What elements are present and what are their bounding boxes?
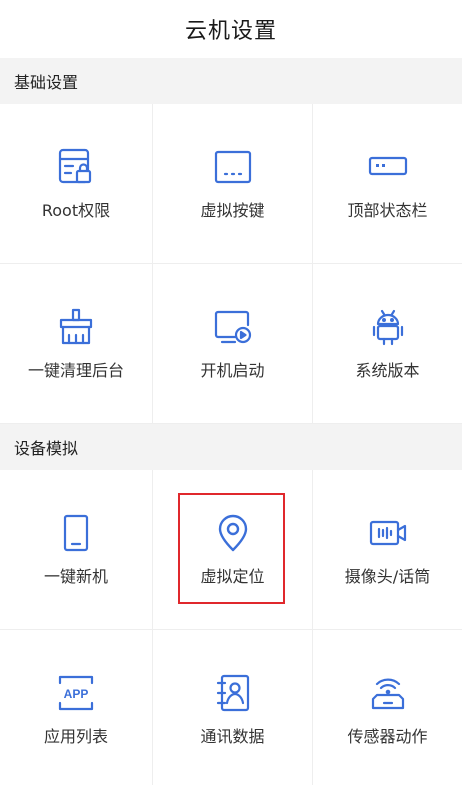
system-version-button[interactable]: 系统版本 xyxy=(313,264,462,424)
root-permission-icon xyxy=(56,147,96,187)
contacts-book-icon xyxy=(213,673,253,713)
app-list-icon: APP xyxy=(56,673,96,713)
camera-mic-icon xyxy=(368,513,408,553)
boot-start-label: 开机启动 xyxy=(200,360,265,380)
sensor-action-button[interactable]: 传感器动作 xyxy=(313,630,462,785)
camera-mic-label: 摄像头/话筒 xyxy=(344,566,431,586)
boot-start-icon xyxy=(213,307,253,347)
root-permission-label: Root权限 xyxy=(41,200,111,220)
android-icon xyxy=(368,307,408,347)
virtual-keys-label: 虚拟按键 xyxy=(200,200,265,220)
page-title: 云机设置 xyxy=(184,19,277,44)
communication-data-label: 通讯数据 xyxy=(200,726,265,746)
location-pin-icon xyxy=(213,513,253,553)
virtual-keys-icon xyxy=(213,147,253,187)
top-bar: 云机设置 xyxy=(0,0,462,58)
section-header-device: 设备模拟 xyxy=(0,424,462,470)
new-device-button[interactable]: 一键新机 xyxy=(0,470,153,630)
status-bar-button[interactable]: 顶部状态栏 xyxy=(313,104,462,264)
app-list-label: 应用列表 xyxy=(43,726,108,746)
one-click-clean-label: 一键清理后台 xyxy=(27,360,124,380)
sensor-icon xyxy=(368,673,408,713)
broom-clean-icon xyxy=(56,307,96,347)
status-bar-label: 顶部状态栏 xyxy=(347,200,428,220)
virtual-location-button[interactable]: 虚拟定位 xyxy=(153,470,313,630)
status-bar-icon xyxy=(368,147,408,187)
basic-settings-grid: Root权限 虚拟按键 顶部状态栏 一键清理后台 开机启动 系统版本 xyxy=(0,104,462,424)
virtual-keys-button[interactable]: 虚拟按键 xyxy=(153,104,313,264)
svg-text:APP: APP xyxy=(64,687,89,701)
camera-mic-button[interactable]: 摄像头/话筒 xyxy=(313,470,462,630)
device-simulation-grid: 一键新机 虚拟定位 摄像头/话筒 APP 应用列表 通讯数据 传感器动作 xyxy=(0,470,462,785)
phone-icon xyxy=(56,513,96,553)
new-device-label: 一键新机 xyxy=(43,566,108,586)
section-header-basic: 基础设置 xyxy=(0,58,462,104)
virtual-location-label: 虚拟定位 xyxy=(200,566,265,586)
root-permission-button[interactable]: Root权限 xyxy=(0,104,153,264)
one-click-clean-button[interactable]: 一键清理后台 xyxy=(0,264,153,424)
sensor-action-label: 传感器动作 xyxy=(347,726,428,746)
system-version-label: 系统版本 xyxy=(355,360,420,380)
boot-start-button[interactable]: 开机启动 xyxy=(153,264,313,424)
communication-data-button[interactable]: 通讯数据 xyxy=(153,630,313,785)
app-list-button[interactable]: APP 应用列表 xyxy=(0,630,153,785)
